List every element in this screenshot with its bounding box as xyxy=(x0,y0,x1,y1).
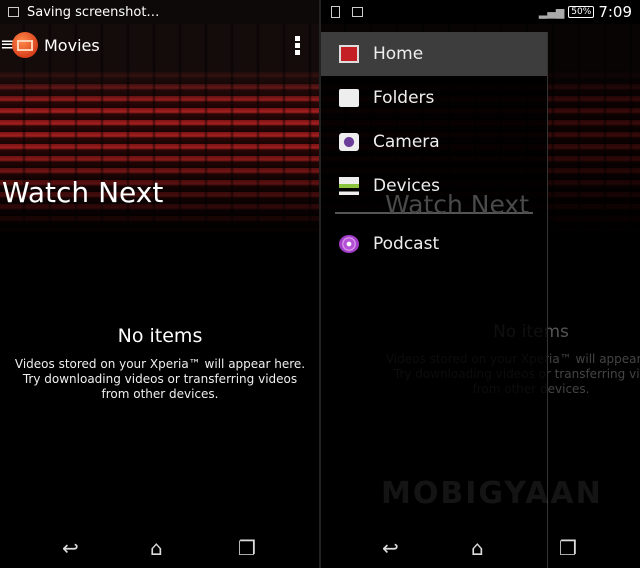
status-text: Saving screenshot… xyxy=(27,4,160,20)
recent-apps-icon[interactable]: ❐ xyxy=(238,536,256,560)
home-icon[interactable]: ⌂ xyxy=(150,536,163,560)
section-title: Watch Next xyxy=(2,176,164,209)
recent-apps-icon[interactable]: ❐ xyxy=(559,536,577,560)
watermark: MOBIGYAAN xyxy=(381,476,603,511)
section-title: Watch Next xyxy=(385,190,530,219)
back-icon[interactable]: ↩ xyxy=(62,536,79,560)
navigation-bar: ↩ ⌂ ❐ xyxy=(321,528,640,568)
battery-icon: 50% xyxy=(568,6,595,18)
drawer-item-home[interactable]: Home xyxy=(321,32,547,76)
status-bar: ▂▄▆ 50% 7:09 xyxy=(321,0,640,24)
screenshot-icon xyxy=(352,7,363,17)
movies-app-icon[interactable] xyxy=(12,32,38,58)
status-bar: Saving screenshot… xyxy=(0,0,320,24)
overflow-menu-icon[interactable] xyxy=(295,36,300,57)
devices-network-icon xyxy=(339,177,359,195)
movies-drawer-pane: No items Videos stored on your Xperia™ w… xyxy=(321,0,640,568)
empty-line: from other devices. xyxy=(101,387,219,401)
drawer-item-camera[interactable]: Camera xyxy=(321,120,547,164)
navigation-bar: ↩ ⌂ ❐ xyxy=(0,528,320,568)
drawer-item-podcast[interactable]: Podcast xyxy=(321,222,547,266)
screenshot-icon xyxy=(8,7,19,17)
action-bar: ≡ Movies xyxy=(0,24,320,66)
empty-state: No items Videos stored on your Xperia™ w… xyxy=(0,325,320,402)
folder-icon xyxy=(339,89,359,107)
home-tiles-icon xyxy=(339,45,359,63)
back-icon[interactable]: ↩ xyxy=(382,536,399,560)
signal-icon: ▂▄▆ xyxy=(538,5,565,19)
empty-line: Try downloading videos or transferring v… xyxy=(22,372,298,386)
menu-icon[interactable]: ≡ xyxy=(0,36,15,54)
empty-title: No items xyxy=(117,325,203,347)
home-icon[interactable]: ⌂ xyxy=(471,536,484,560)
drawer-item-folders[interactable]: Folders xyxy=(321,76,547,120)
clock: 7:09 xyxy=(598,3,632,21)
app-title: Movies xyxy=(44,35,100,55)
camera-icon xyxy=(339,133,359,151)
podcast-icon xyxy=(339,235,359,253)
movies-app-pane: Saving screenshot… ≡ Movies Watch Next N… xyxy=(0,0,320,568)
sync-icon xyxy=(331,6,340,18)
empty-line: Videos stored on your Xperia™ will appea… xyxy=(14,357,306,371)
